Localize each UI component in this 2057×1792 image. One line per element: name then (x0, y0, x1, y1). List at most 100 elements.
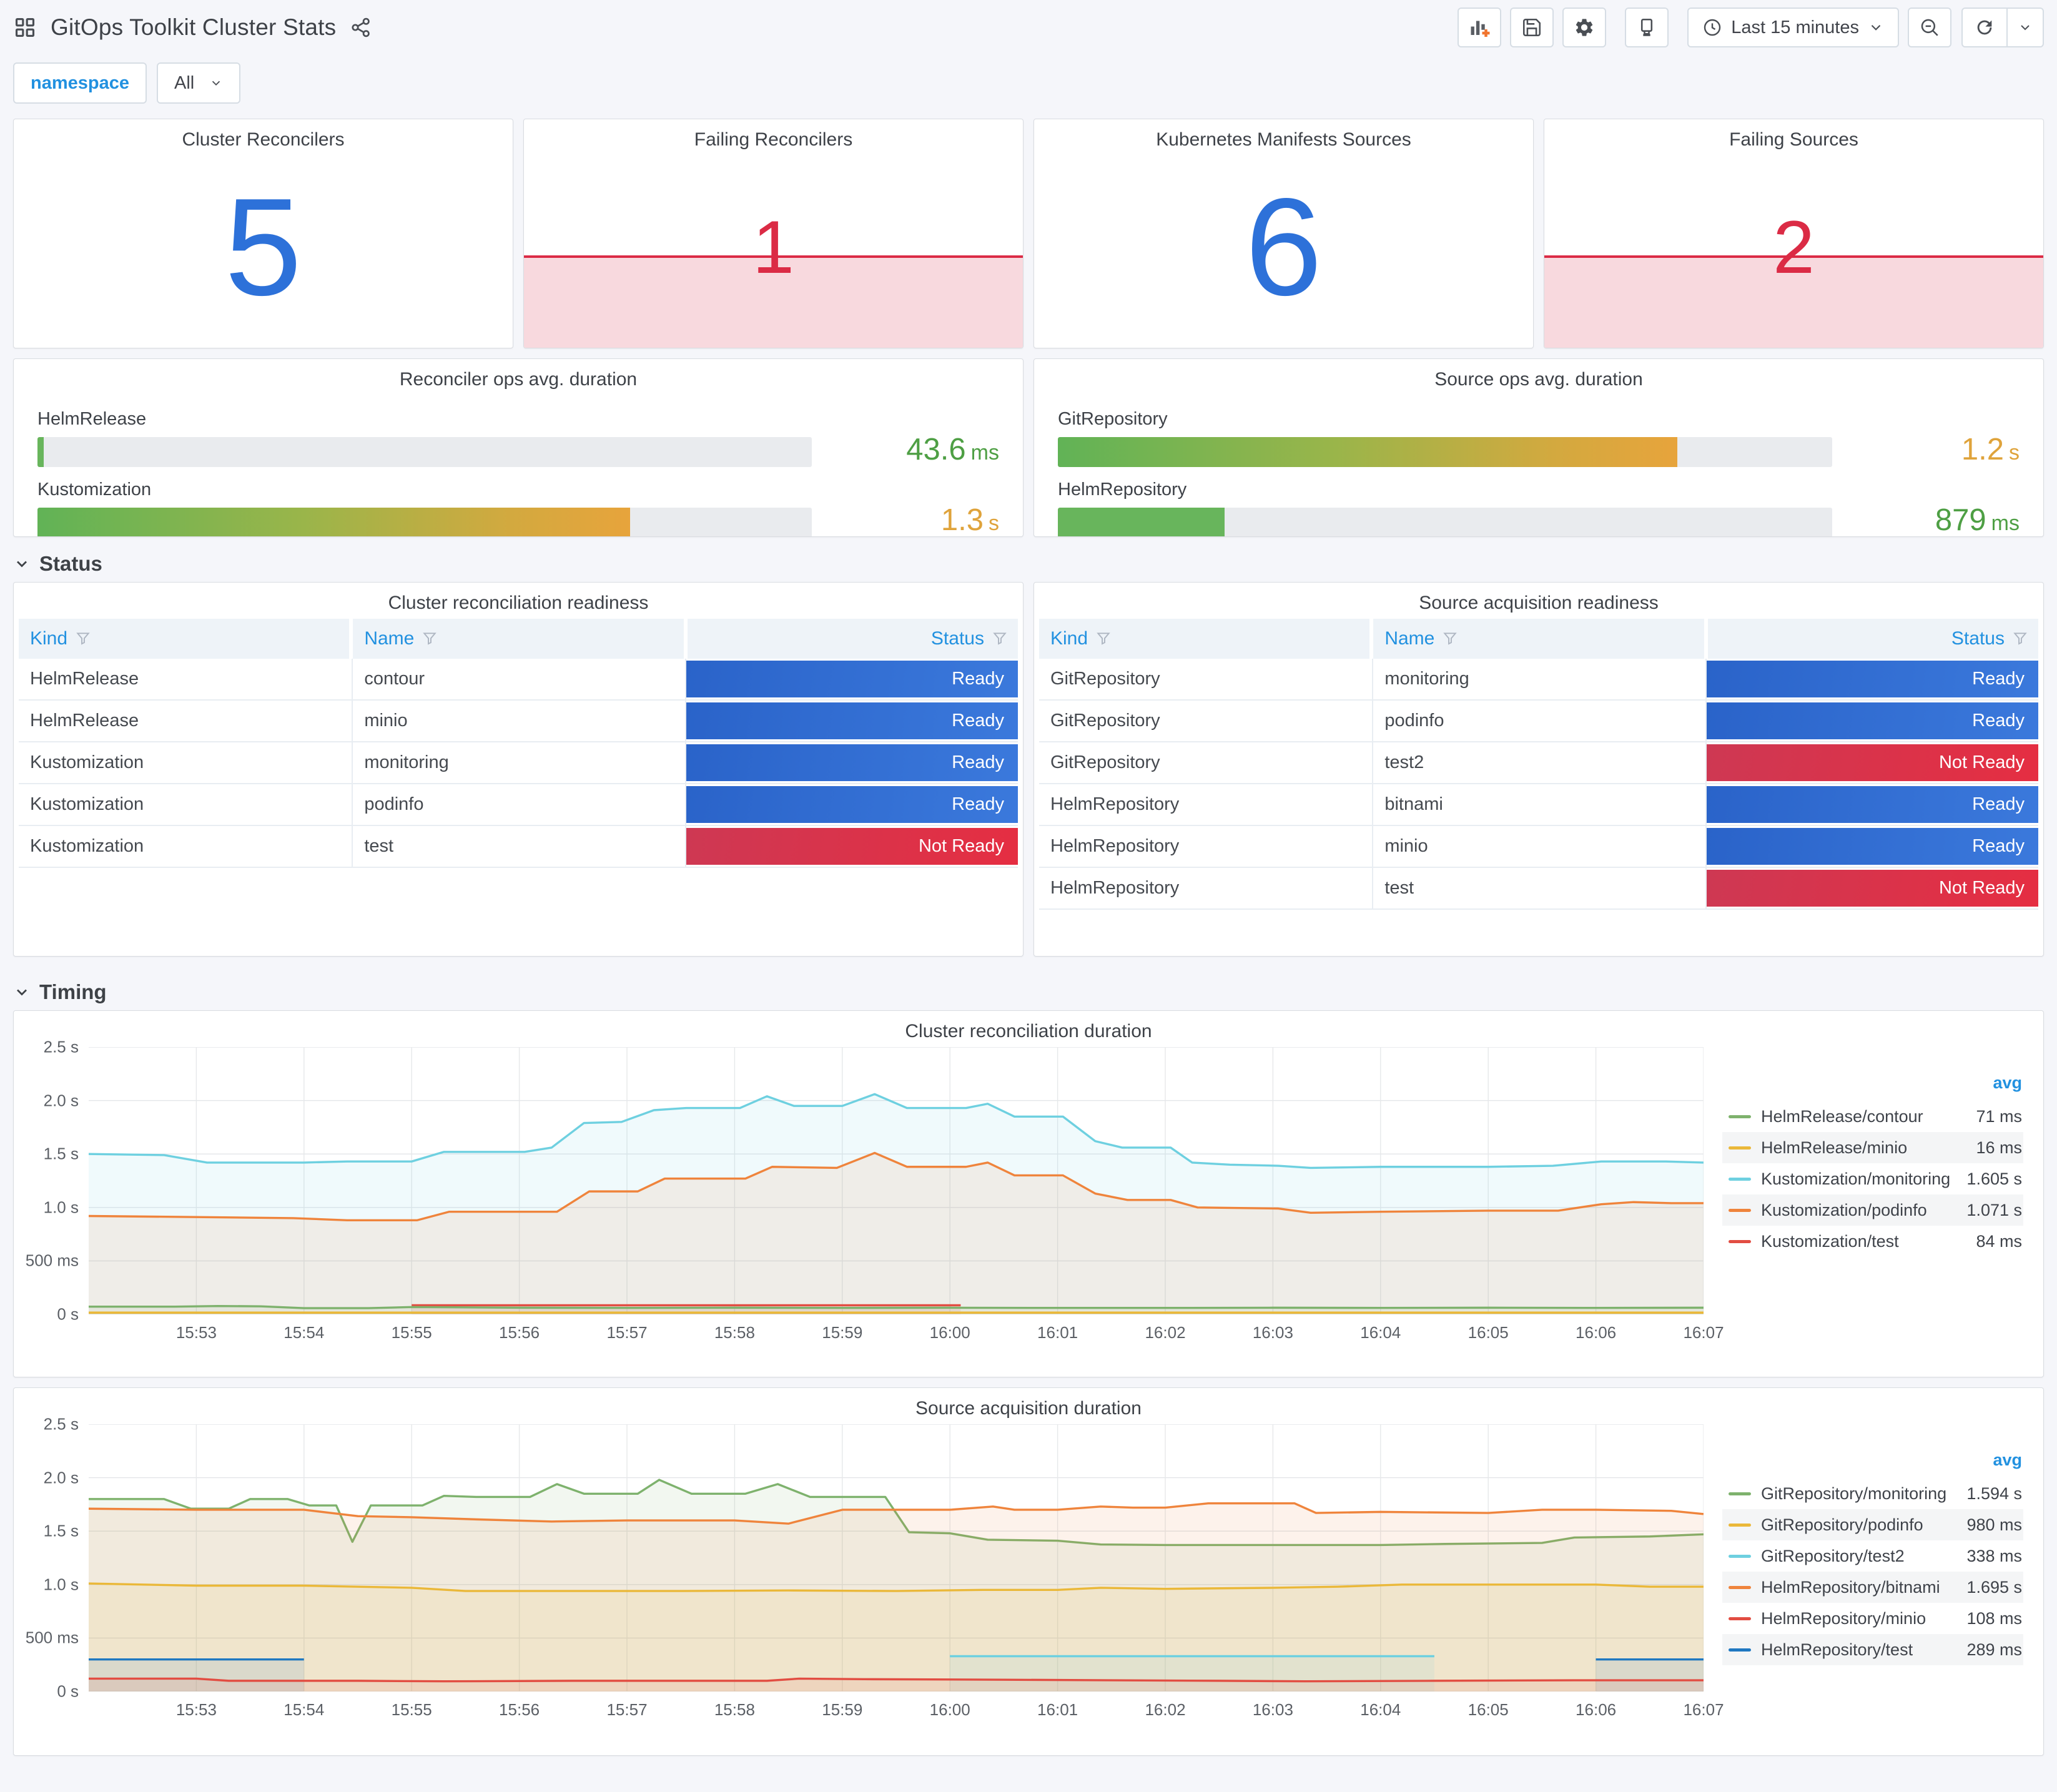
gauge-bar-unit: ms (970, 441, 999, 465)
panel-title: Cluster reconciliation readiness (388, 593, 649, 613)
legend-series-dash-icon (1729, 1239, 1751, 1243)
gauge-bar-row: Kustomization 1.3 s (37, 480, 999, 536)
column-header-name[interactable]: Name (1373, 619, 1704, 659)
column-header-kind[interactable]: Kind (19, 619, 350, 659)
cell-kind: Kustomization (30, 836, 144, 856)
legend-item[interactable]: GitRepository/podinfo 980 ms (1722, 1509, 2023, 1540)
legend-series-name: GitRepository/test2 (1761, 1546, 1905, 1565)
save-dashboard-button[interactable] (1510, 7, 1554, 47)
column-header-kind[interactable]: Kind (1039, 619, 1370, 659)
status-badge: Ready (686, 744, 1018, 781)
x-tick-label: 15:53 (175, 1323, 217, 1342)
share-icon[interactable] (350, 16, 372, 39)
status-badge: Ready (1706, 828, 2038, 865)
y-tick-label: 2.0 s (43, 1091, 79, 1110)
legend-item[interactable]: GitRepository/monitoring 1.594 s (1722, 1478, 2023, 1509)
cell-kind: Kustomization (30, 752, 144, 772)
panel-title: Reconciler ops avg. duration (399, 369, 638, 390)
cycle-view-mode-button[interactable] (1625, 7, 1669, 47)
chart-plot[interactable] (89, 1424, 1704, 1691)
x-tick-label: 16:05 (1468, 1700, 1509, 1719)
cell-name: podinfo (1372, 701, 1705, 741)
filter-funnel-icon[interactable] (422, 631, 438, 647)
column-header-name[interactable]: Name (353, 619, 684, 659)
dashboard-settings-button[interactable] (1562, 7, 1607, 47)
row-toggle-status[interactable]: Status (13, 549, 2044, 578)
filter-funnel-icon[interactable] (1095, 631, 1112, 647)
x-tick-label: 16:01 (1037, 1700, 1078, 1719)
column-header-status[interactable]: Status (687, 619, 1018, 659)
time-range-picker[interactable]: Last 15 minutes (1687, 7, 1899, 47)
legend-series-dash-icon (1729, 1523, 1751, 1527)
filter-funnel-icon[interactable] (992, 631, 1008, 647)
chart-plot[interactable] (89, 1047, 1704, 1314)
table-row: GitRepository monitoring Ready (1039, 659, 2038, 701)
column-header-status[interactable]: Status (1707, 619, 2038, 659)
cell-name: contour (352, 659, 684, 699)
legend-series-dash-icon (1729, 1492, 1751, 1495)
panel-title: Source acquisition duration (915, 1398, 1142, 1419)
cell-kind: HelmRepository (1050, 878, 1180, 898)
filter-funnel-icon[interactable] (1442, 631, 1458, 647)
x-tick-label: 16:06 (1576, 1700, 1617, 1719)
gauge-bar-fill (1058, 508, 1225, 536)
legend-avg-header[interactable]: avg (1722, 1450, 2023, 1478)
filter-funnel-icon[interactable] (2012, 631, 2028, 647)
legend-item[interactable]: Kustomization/test 84 ms (1722, 1226, 2023, 1257)
panel-title: Failing Sources (1729, 129, 1858, 150)
stat-panel-2: Kubernetes Manifests Sources 6 (1033, 119, 1534, 348)
legend-avg-header[interactable]: avg (1722, 1073, 2023, 1101)
chevron-down-icon (13, 983, 31, 1001)
legend-series-name: HelmRelease/minio (1761, 1138, 1908, 1157)
row-toggle-timing[interactable]: Timing (13, 978, 2044, 1007)
legend-series-name: HelmRepository/minio (1761, 1608, 1926, 1628)
cell-status: Ready (684, 701, 1018, 741)
x-tick-label: 16:01 (1037, 1323, 1078, 1342)
panel-cluster-reconciliation-readiness: Cluster reconciliation readiness Kind Nam… (13, 582, 1024, 957)
legend-item[interactable]: HelmRelease/minio 16 ms (1722, 1132, 2023, 1163)
panel-cluster-reconciliation-duration: Cluster reconciliation duration 0 s 500 m… (13, 1010, 2044, 1377)
row-title-status: Status (39, 552, 102, 575)
zoom-out-button[interactable] (1908, 7, 1951, 47)
cell-name: minio (352, 701, 684, 741)
refresh-interval-dropdown[interactable] (2008, 9, 2043, 46)
x-tick-label: 15:59 (822, 1700, 863, 1719)
gauge-bar-unit: ms (1991, 511, 2020, 536)
legend-series-avg: 1.695 s (1966, 1577, 2022, 1597)
x-tick-label: 16:07 (1683, 1323, 1724, 1342)
gauge-bar-fill (1058, 437, 1677, 467)
x-tick-label: 15:55 (391, 1323, 432, 1342)
table-row: GitRepository podinfo Ready (1039, 701, 2038, 742)
refresh-button[interactable] (1963, 9, 2008, 46)
add-panel-button[interactable] (1458, 7, 1502, 47)
table-row: HelmRepository bitnami Ready (1039, 784, 2038, 826)
legend-series-name: Kustomization/monitoring (1761, 1169, 1951, 1188)
filter-funnel-icon[interactable] (75, 631, 91, 647)
legend-item[interactable]: HelmRepository/minio 108 ms (1722, 1603, 2023, 1634)
cell-status: Ready (684, 659, 1018, 699)
stat-value: 5 (224, 169, 302, 325)
legend-item[interactable]: Kustomization/monitoring 1.605 s (1722, 1163, 2023, 1194)
row-title-timing: Timing (39, 980, 107, 1003)
panel-source-ops-duration: Source ops avg. duration GitRepository 1.… (1033, 358, 2044, 537)
variable-namespace-label[interactable]: namespace (13, 62, 147, 104)
cell-status: Not Ready (1705, 742, 2038, 783)
x-tick-label: 15:56 (499, 1323, 540, 1342)
legend-item[interactable]: HelmRepository/bitnami 1.695 s (1722, 1572, 2023, 1603)
legend-series-avg: 1.594 s (1966, 1484, 2022, 1503)
legend-item[interactable]: GitRepository/test2 338 ms (1722, 1540, 2023, 1572)
variable-namespace-value[interactable]: All (157, 62, 241, 104)
legend-item[interactable]: Kustomization/podinfo 1.071 s (1722, 1194, 2023, 1226)
status-badge: Ready (1706, 702, 2038, 739)
legend-item[interactable]: HelmRepository/test 289 ms (1722, 1634, 2023, 1665)
chart-legend: avg GitRepository/monitoring 1.594 s GitRep… (1704, 1424, 2041, 1728)
dashboards-grid-icon[interactable] (13, 16, 37, 39)
gauge-bar-row: HelmRelease 43.6 ms (37, 409, 999, 467)
legend-series-dash-icon (1729, 1208, 1751, 1212)
legend-series-dash-icon (1729, 1177, 1751, 1181)
gauge-bar-unit: s (989, 511, 999, 536)
panel-title: Cluster Reconcilers (182, 129, 345, 150)
status-badge: Not Ready (1706, 870, 2038, 907)
legend-series-dash-icon (1729, 1648, 1751, 1652)
legend-item[interactable]: HelmRelease/contour 71 ms (1722, 1101, 2023, 1132)
